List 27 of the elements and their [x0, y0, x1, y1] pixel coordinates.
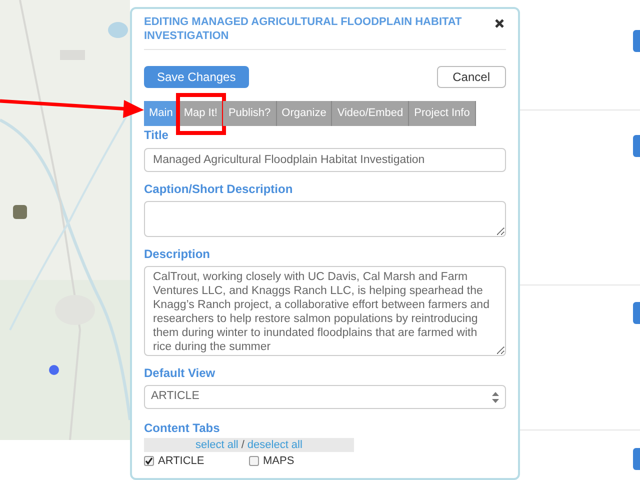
- description-field[interactable]: CalTrout, working closely with UC Davis, Cal Marsh and Farm Ventures LLC, and Knaggs Ranch LLC, is helping spearhead the Knagg’s Ranch project, a collaborative effort between farmers and researchers to help restore salmon populations by reintroducing them during winter to inundated floodplains that are farmed with rice during the summer: [144, 266, 506, 356]
- title-field[interactable]: Managed Agricultural Floodplain Habitat Investigation: [144, 148, 506, 172]
- select-all-link[interactable]: select all: [196, 436, 238, 454]
- checkbox[interactable]: [144, 456, 154, 466]
- dialog-title: EDITING MANAGED AGRICULTURAL FLOODPLAIN HABITAT INVESTIGATION: [144, 15, 463, 43]
- default-view-select[interactable]: ARTICLE: [144, 385, 506, 409]
- cancel-button[interactable]: Cancel: [436, 66, 506, 88]
- field-label: Default View: [144, 365, 216, 382]
- checkbox-label: MAPS: [263, 454, 294, 468]
- sort-arrows-icon: [492, 392, 499, 402]
- tab[interactable]: Main: [144, 101, 179, 126]
- field-label: Title: [144, 127, 170, 144]
- field-label: Content Tabs: [144, 420, 221, 437]
- deselect-all-link[interactable]: deselect all: [247, 436, 302, 454]
- tab[interactable]: Publish?: [223, 101, 277, 126]
- tab[interactable]: Organize: [276, 101, 332, 126]
- checkbox[interactable]: [249, 456, 259, 466]
- field-label: Description: [144, 246, 212, 263]
- tab[interactable]: Video/Embed: [332, 101, 410, 126]
- tab[interactable]: Map It!: [178, 101, 224, 126]
- checkbox-label: ARTICLE: [158, 454, 204, 468]
- close-icon[interactable]: [495, 19, 504, 28]
- separator-text: /: [241, 438, 244, 453]
- caption-field[interactable]: [144, 201, 506, 237]
- save-button[interactable]: Save Changes: [144, 66, 249, 88]
- field-label: Caption/Short Description: [144, 181, 294, 198]
- tab[interactable]: Project Info: [409, 101, 476, 126]
